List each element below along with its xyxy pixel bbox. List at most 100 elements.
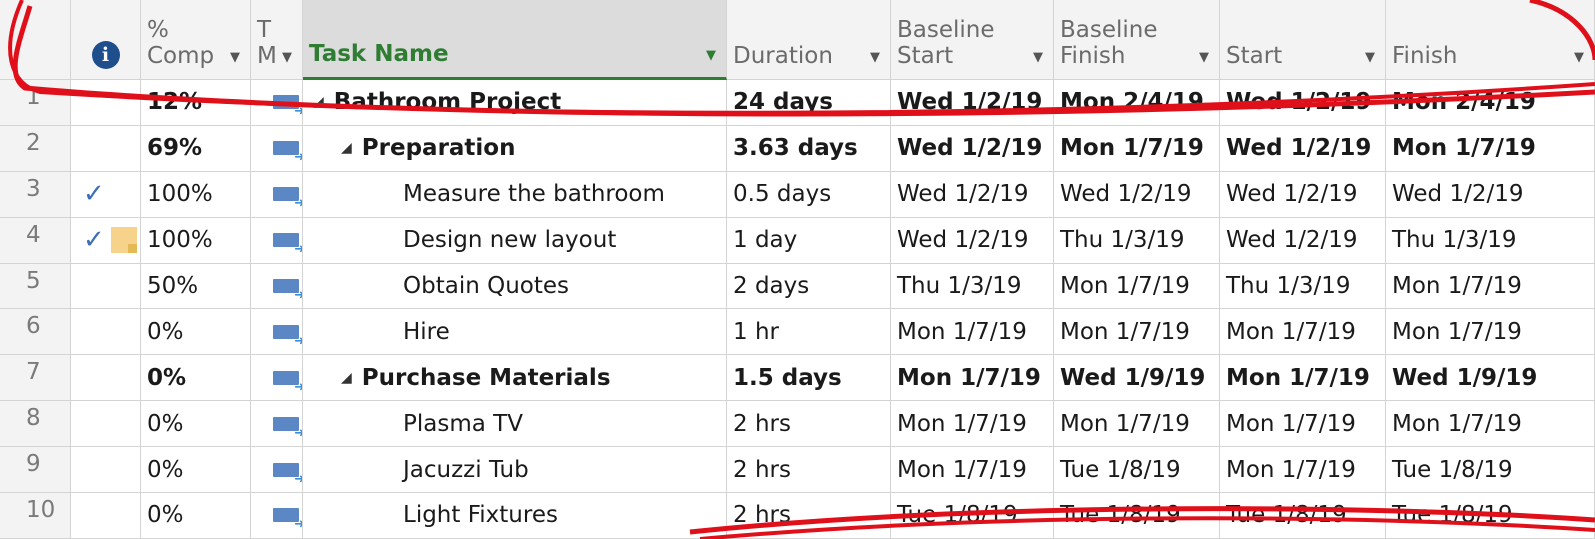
baseline-finish-cell[interactable]: Mon 2/4/19 xyxy=(1054,80,1220,126)
task-name-cell[interactable]: Measure the bathroom xyxy=(303,171,727,218)
collapse-triangle-icon[interactable]: ◢ xyxy=(313,94,324,110)
duration-cell[interactable]: 2 days xyxy=(727,263,891,310)
start-cell[interactable]: Mon 1/7/19 xyxy=(1220,447,1386,494)
column-header-duration[interactable]: Duration ▼ xyxy=(727,0,891,80)
column-header-task-mode[interactable]: T M ▼ xyxy=(251,0,303,80)
column-header-task-name[interactable]: Task Name ▼ xyxy=(303,0,727,80)
row-number[interactable]: 5 xyxy=(0,263,71,310)
baseline-finish-cell[interactable]: Mon 1/7/19 xyxy=(1054,309,1220,356)
task-mode-cell[interactable] xyxy=(251,217,303,264)
task-mode-cell[interactable] xyxy=(251,171,303,218)
task-name-cell[interactable]: ◢ Preparation xyxy=(303,125,727,172)
finish-cell[interactable]: Tue 1/8/19 xyxy=(1386,447,1595,494)
indicators-cell[interactable] xyxy=(71,355,141,402)
row-number[interactable]: 7 xyxy=(0,355,71,402)
finish-cell[interactable]: Mon 1/7/19 xyxy=(1386,401,1595,448)
duration-cell[interactable]: 3.63 days xyxy=(727,125,891,172)
percent-complete-cell[interactable]: 0% xyxy=(141,401,251,448)
finish-cell[interactable]: Mon 1/7/19 xyxy=(1386,263,1595,310)
collapse-triangle-icon[interactable]: ◢ xyxy=(341,370,352,386)
finish-cell[interactable]: Wed 1/9/19 xyxy=(1386,355,1595,402)
baseline-start-cell[interactable]: Mon 1/7/19 xyxy=(891,401,1054,448)
row-number[interactable]: 6 xyxy=(0,309,71,356)
row-number[interactable]: 9 xyxy=(0,447,71,494)
finish-cell[interactable]: Tue 1/8/19 xyxy=(1386,493,1595,539)
task-mode-cell[interactable] xyxy=(251,309,303,356)
baseline-start-cell[interactable]: Wed 1/2/19 xyxy=(891,171,1054,218)
task-mode-cell[interactable] xyxy=(251,493,303,539)
baseline-finish-cell[interactable]: Mon 1/7/19 xyxy=(1054,401,1220,448)
task-name-cell[interactable]: Light Fixtures xyxy=(303,493,727,539)
baseline-start-cell[interactable]: Mon 1/7/19 xyxy=(891,447,1054,494)
indicators-cell[interactable] xyxy=(71,80,141,126)
chevron-down-icon[interactable]: ▼ xyxy=(230,50,240,65)
baseline-finish-cell[interactable]: Tue 1/8/19 xyxy=(1054,493,1220,539)
column-header-finish[interactable]: Finish ▼ xyxy=(1386,0,1595,80)
task-mode-cell[interactable] xyxy=(251,263,303,310)
indicators-cell[interactable] xyxy=(71,263,141,310)
chevron-down-icon[interactable]: ▼ xyxy=(1199,50,1209,65)
start-cell[interactable]: Thu 1/3/19 xyxy=(1220,263,1386,310)
task-name-cell[interactable]: Obtain Quotes xyxy=(303,263,727,310)
row-number[interactable]: 2 xyxy=(0,125,71,172)
baseline-finish-cell[interactable]: Thu 1/3/19 xyxy=(1054,217,1220,264)
indicators-cell[interactable] xyxy=(71,309,141,356)
duration-cell[interactable]: 1 day xyxy=(727,217,891,264)
select-all-corner[interactable] xyxy=(0,0,71,80)
task-name-cell[interactable]: Jacuzzi Tub xyxy=(303,447,727,494)
collapse-triangle-icon[interactable]: ◢ xyxy=(341,140,352,156)
task-mode-cell[interactable] xyxy=(251,447,303,494)
task-mode-cell[interactable] xyxy=(251,401,303,448)
start-cell[interactable]: Wed 1/2/19 xyxy=(1220,217,1386,264)
duration-cell[interactable]: 2 hrs xyxy=(727,493,891,539)
duration-cell[interactable]: 1 hr xyxy=(727,309,891,356)
indicators-cell[interactable] xyxy=(71,401,141,448)
row-number[interactable]: 4 xyxy=(0,217,71,264)
chevron-down-icon[interactable]: ▼ xyxy=(870,50,880,65)
chevron-down-icon[interactable]: ▼ xyxy=(282,50,292,65)
baseline-finish-cell[interactable]: Mon 1/7/19 xyxy=(1054,125,1220,172)
start-cell[interactable]: Wed 1/2/19 xyxy=(1220,80,1386,126)
finish-cell[interactable]: Thu 1/3/19 xyxy=(1386,217,1595,264)
column-header-indicators[interactable]: i xyxy=(71,0,141,80)
finish-cell[interactable]: Mon 1/7/19 xyxy=(1386,125,1595,172)
baseline-finish-cell[interactable]: Wed 1/9/19 xyxy=(1054,355,1220,402)
chevron-down-icon[interactable]: ▼ xyxy=(1033,50,1043,65)
percent-complete-cell[interactable]: 0% xyxy=(141,493,251,539)
column-header-baseline-finish[interactable]: Baseline Finish ▼ xyxy=(1054,0,1220,80)
task-mode-cell[interactable] xyxy=(251,125,303,172)
start-cell[interactable]: Mon 1/7/19 xyxy=(1220,309,1386,356)
baseline-start-cell[interactable]: Thu 1/3/19 xyxy=(891,263,1054,310)
finish-cell[interactable]: Mon 2/4/19 xyxy=(1386,80,1595,126)
percent-complete-cell[interactable]: 69% xyxy=(141,125,251,172)
baseline-start-cell[interactable]: Wed 1/2/19 xyxy=(891,125,1054,172)
task-name-cell[interactable]: ◢ Purchase Materials xyxy=(303,355,727,402)
start-cell[interactable]: Tue 1/8/19 xyxy=(1220,493,1386,539)
duration-cell[interactable]: 0.5 days xyxy=(727,171,891,218)
row-number[interactable]: 8 xyxy=(0,401,71,448)
percent-complete-cell[interactable]: 0% xyxy=(141,309,251,356)
row-number[interactable]: 1 xyxy=(0,80,71,126)
chevron-down-icon[interactable]: ▼ xyxy=(706,48,716,63)
indicators-cell[interactable] xyxy=(71,493,141,539)
column-header-percent-complete[interactable]: % Comp ▼ xyxy=(141,0,251,80)
percent-complete-cell[interactable]: 50% xyxy=(141,263,251,310)
baseline-start-cell[interactable]: Wed 1/2/19 xyxy=(891,80,1054,126)
task-name-cell[interactable]: ◢ Bathroom Project xyxy=(303,80,727,126)
finish-cell[interactable]: Mon 1/7/19 xyxy=(1386,309,1595,356)
baseline-finish-cell[interactable]: Mon 1/7/19 xyxy=(1054,263,1220,310)
task-name-cell[interactable]: Design new layout xyxy=(303,217,727,264)
indicators-cell[interactable]: ✓ xyxy=(71,171,141,218)
note-icon[interactable] xyxy=(110,227,137,254)
percent-complete-cell[interactable]: 100% xyxy=(141,217,251,264)
duration-cell[interactable]: 1.5 days xyxy=(727,355,891,402)
start-cell[interactable]: Wed 1/2/19 xyxy=(1220,125,1386,172)
percent-complete-cell[interactable]: 100% xyxy=(141,171,251,218)
baseline-start-cell[interactable]: Mon 1/7/19 xyxy=(891,309,1054,356)
indicators-cell[interactable] xyxy=(71,125,141,172)
row-number[interactable]: 10 xyxy=(0,493,71,539)
indicators-cell[interactable]: ✓ xyxy=(71,217,141,264)
task-mode-cell[interactable] xyxy=(251,355,303,402)
indicators-cell[interactable] xyxy=(71,447,141,494)
chevron-down-icon[interactable]: ▼ xyxy=(1365,50,1375,65)
